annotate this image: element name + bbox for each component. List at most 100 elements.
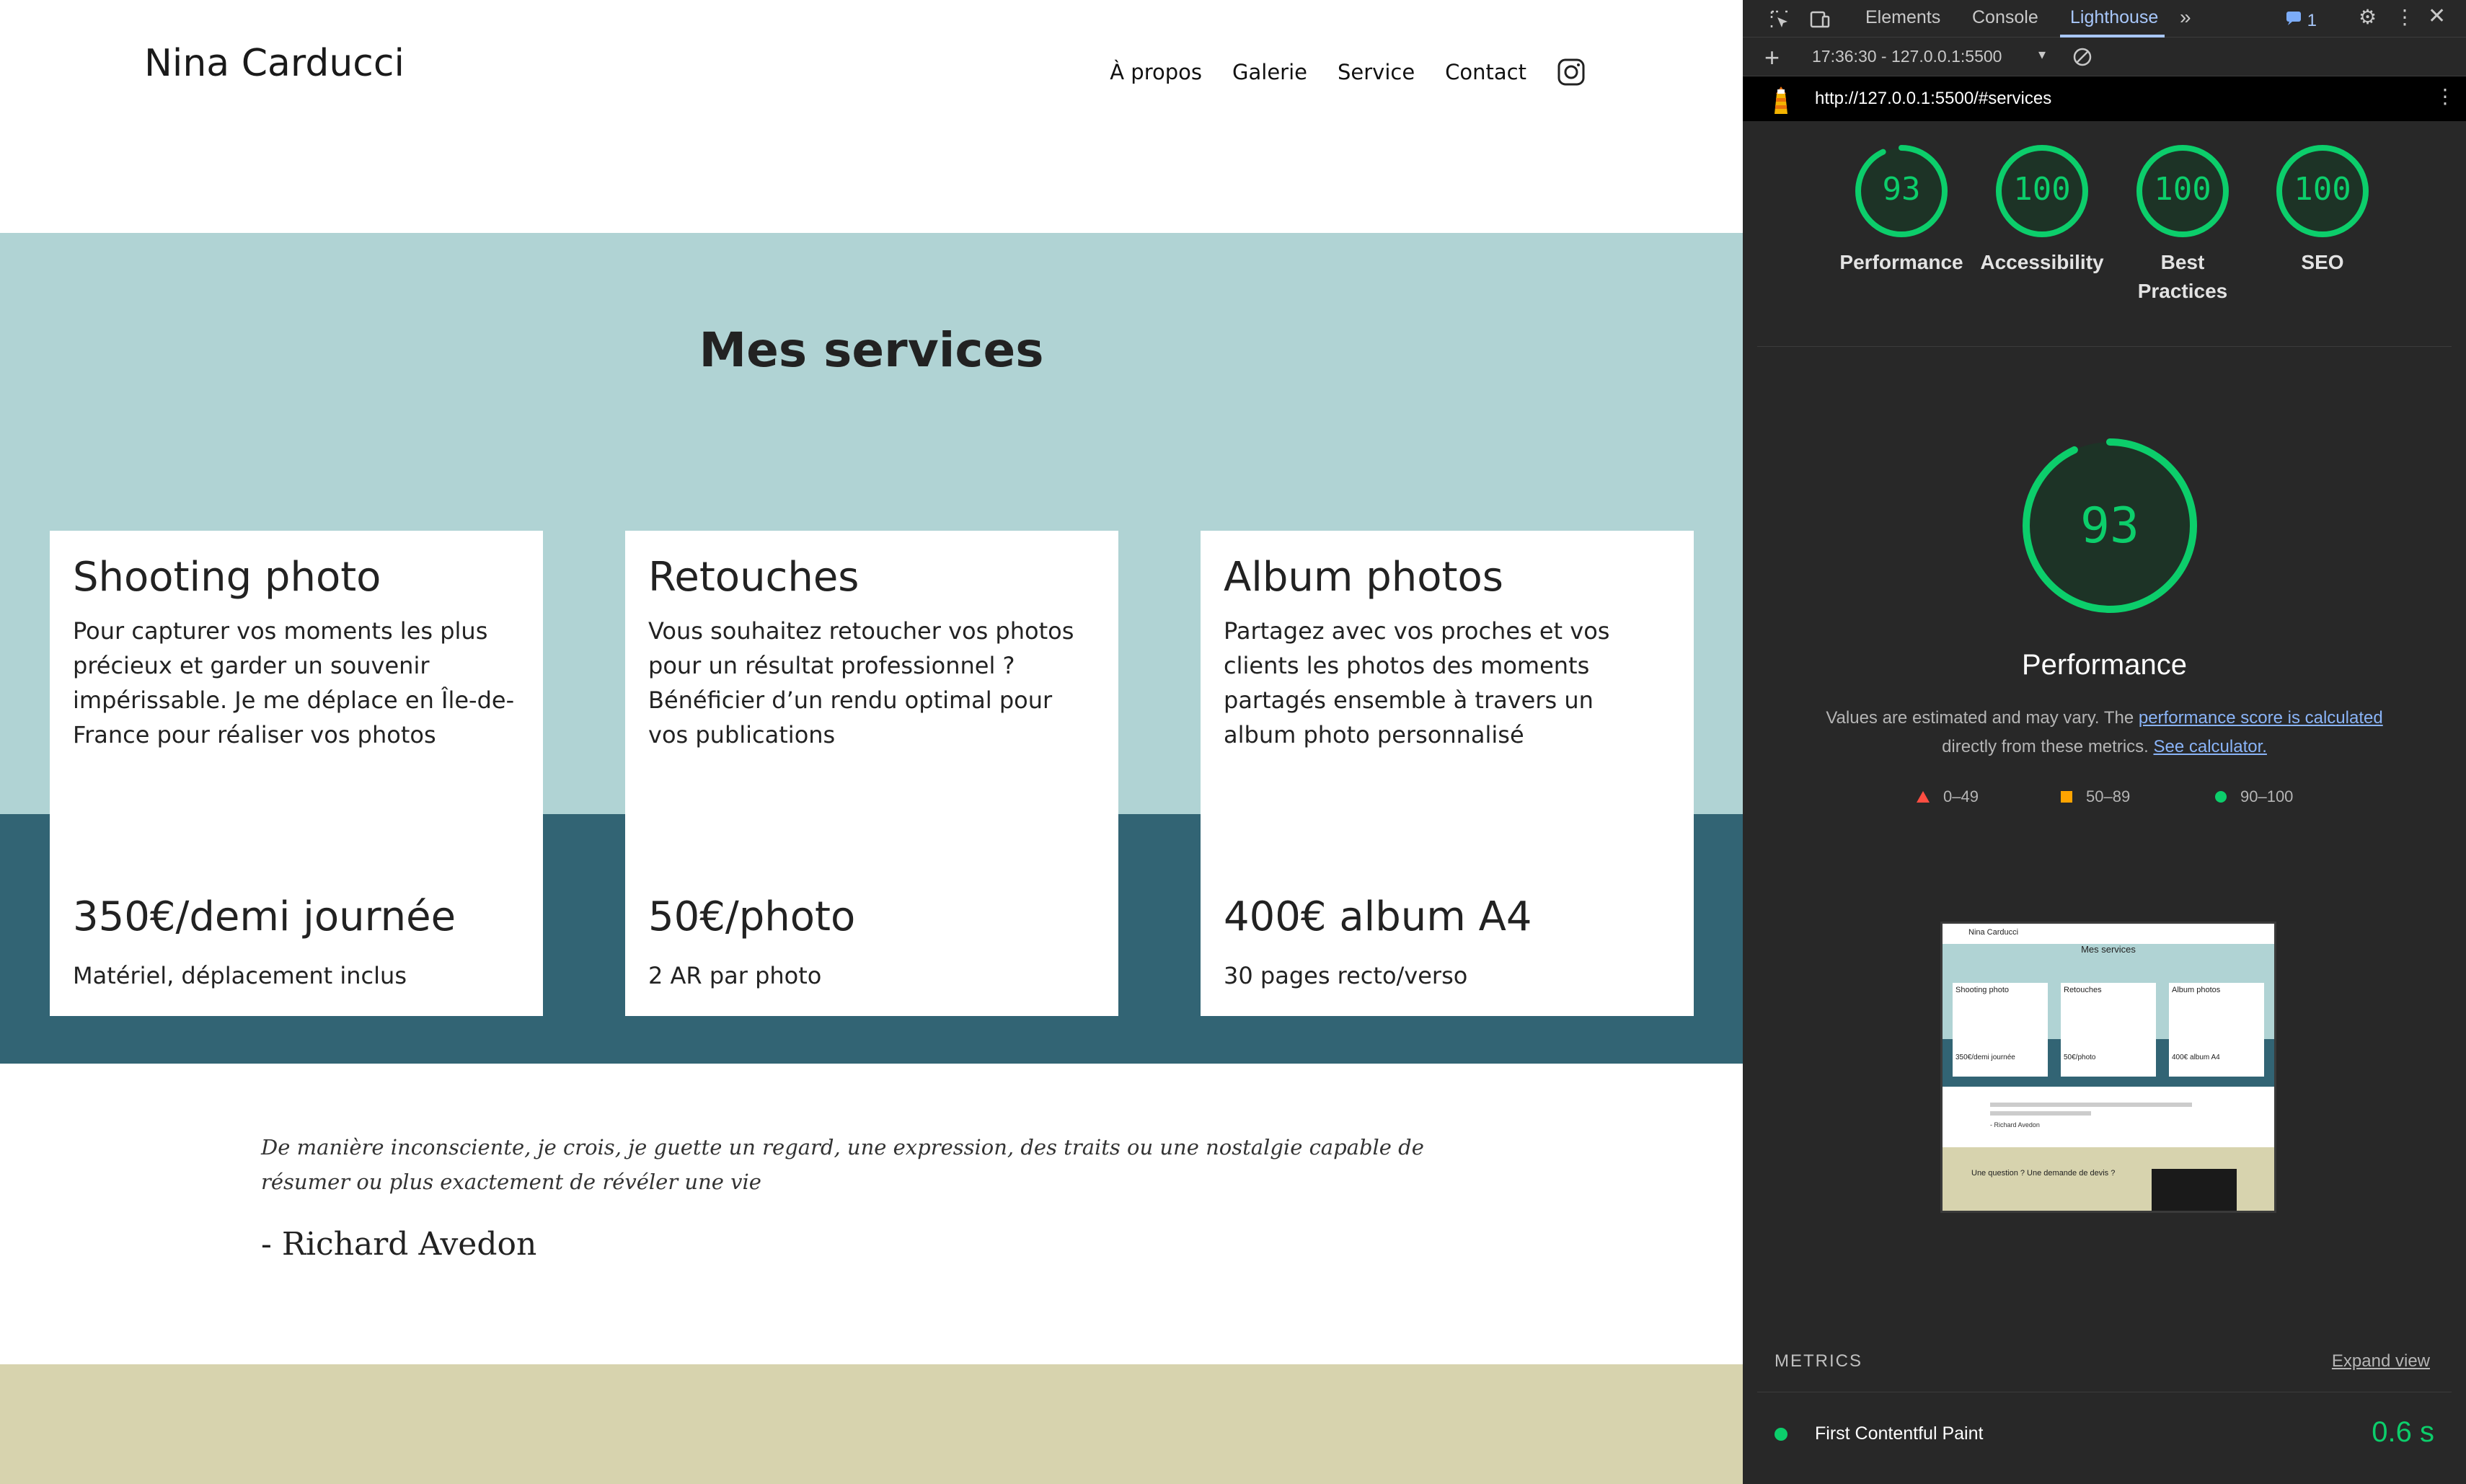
thumb-card-price: 350€/demi journée [1955, 1054, 2015, 1061]
thumb-card: Album photos 400€ album A4 [2169, 983, 2264, 1077]
gauge-ring: 100 [1996, 145, 2088, 237]
thumb-card: Retouches 50€/photo [2061, 983, 2156, 1077]
tab-elements[interactable]: Elements [1865, 7, 1940, 28]
thumb-author: - Richard Avedon [1990, 1121, 2040, 1129]
card-description: Pour capturer vos moments les plus préci… [73, 617, 515, 748]
clear-reports-icon[interactable] [2072, 46, 2093, 71]
nav-link-contact[interactable]: Contact [1445, 60, 1526, 84]
thumb-card-title: Album photos [2172, 986, 2221, 994]
devtools-panel: Elements Console Lighthouse » 1 ⚙ ⋮ ✕ + … [1743, 0, 2466, 1484]
card-title: Album photos [1224, 554, 1503, 601]
expand-view-link[interactable]: Expand view [2332, 1351, 2430, 1372]
gauge-performance[interactable]: 93 Performance [1837, 144, 1966, 277]
inspect-element-icon[interactable] [1769, 9, 1790, 34]
issues-count: 1 [2307, 11, 2317, 30]
card-note: 2 AR par photo [648, 962, 822, 989]
settings-gear-icon[interactable]: ⚙ [2359, 7, 2377, 27]
thumb-quote-line [1990, 1111, 2091, 1116]
note-text: directly from these metrics. [1942, 737, 2154, 756]
site-header: Nina Carducci À propos Galerie Service C… [0, 0, 1743, 233]
pass-circle-icon [1775, 1428, 1787, 1441]
more-options-icon[interactable]: ⋮ [2395, 7, 2415, 27]
performance-note: Values are estimated and may vary. The p… [1800, 704, 2408, 761]
legend-pass: 90–100 [2214, 787, 2293, 806]
gauge-seo[interactable]: 100 SEO [2258, 144, 2387, 277]
gauge-score: 100 [2013, 171, 2070, 208]
devtools-tabbar: Elements Console Lighthouse » 1 ⚙ ⋮ ✕ [1743, 0, 2466, 37]
service-card-album: Album photos Partagez avec vos proches e… [1201, 531, 1694, 1016]
metric-row: First Contentful Paint 0.6 s [1775, 1413, 2434, 1464]
report-menu-icon[interactable]: ⋮ [2435, 87, 2455, 107]
thumb-brand: Nina Carducci [1968, 928, 2019, 937]
device-toolbar-icon[interactable] [1809, 9, 1831, 34]
brand-logo[interactable]: Nina Carducci [144, 42, 405, 85]
report-selector[interactable]: 17:36:30 - 127.0.0.1:5500 [1812, 47, 2002, 66]
legend-fail: 0–49 [1916, 787, 1979, 806]
nav-link-galerie[interactable]: Galerie [1232, 60, 1307, 84]
score-calculated-link[interactable]: performance score is calculated [2139, 708, 2383, 728]
quote-author: - Richard Avedon [261, 1226, 537, 1263]
note-text: Values are estimated and may vary. The [1826, 708, 2139, 728]
tab-console[interactable]: Console [1972, 7, 2038, 28]
gauge-best-practices[interactable]: 100 Best Practices [2118, 144, 2248, 306]
more-tabs-chevron-icon[interactable]: » [2180, 7, 2191, 27]
service-card-retouches: Retouches Vous souhaitez retoucher vos p… [625, 531, 1118, 1016]
card-price: 350€/demi journée [73, 893, 456, 940]
legend-range: 90–100 [2240, 787, 2294, 805]
thumb-section-title: Mes services [2081, 944, 2136, 955]
thumb-card: Shooting photo 350€/demi journée [1953, 983, 2048, 1077]
performance-title: Performance [2022, 649, 2187, 681]
see-calculator-link[interactable]: See calculator. [2153, 737, 2266, 756]
contact-section [0, 1364, 1743, 1484]
triangle-icon [1917, 791, 1930, 803]
big-gauge-score: 93 [2080, 498, 2139, 555]
thumb-contact: Une question ? Une demande de devis ? [1943, 1147, 2274, 1211]
quote-text: De manière inconsciente, je crois, je gu… [261, 1135, 1424, 1194]
card-description: Partagez avec vos proches et vos clients… [1224, 617, 1610, 748]
card-description: Vous souhaitez retoucher vos photos pour… [648, 617, 1074, 748]
website-viewport: Nina Carducci À propos Galerie Service C… [0, 0, 1743, 1484]
chevron-down-icon[interactable]: ▾ [2038, 48, 2046, 62]
issues-badge[interactable]: 1 [2285, 10, 2317, 30]
legend-average: 50–89 [2060, 787, 2130, 806]
section-divider [1757, 346, 2452, 347]
service-card-shooting: Shooting photo Pour capturer vos moments… [50, 531, 543, 1016]
close-icon[interactable]: ✕ [2428, 6, 2446, 27]
thumb-header: Nina Carducci [1943, 924, 2274, 944]
metrics-heading: METRICS [1775, 1351, 1862, 1371]
nav-link-service[interactable]: Service [1338, 60, 1415, 84]
page-screenshot-thumbnail[interactable]: Nina Carducci Mes services Shooting phot… [1940, 922, 2276, 1213]
gauge-ring: 93 [1855, 145, 1948, 237]
thumb-contact-image [2152, 1169, 2237, 1211]
lighthouse-logo-icon [1769, 84, 1793, 119]
card-note: 30 pages recto/verso [1224, 962, 1468, 989]
gauge-accessibility[interactable]: 100 Accessibility [1977, 144, 2107, 277]
tab-lighthouse[interactable]: Lighthouse [2070, 7, 2158, 28]
card-price: 400€ album A4 [1224, 893, 1532, 940]
card-note: Matériel, déplacement inclus [73, 962, 407, 989]
report-url-bar: http://127.0.0.1:5500/#services ⋮ [1743, 76, 2466, 121]
report-url[interactable]: http://127.0.0.1:5500/#services [1815, 89, 2051, 109]
performance-big-gauge: 93 [2023, 438, 2197, 613]
thumb-contact-heading: Une question ? Une demande de devis ? [1971, 1169, 2116, 1178]
gauge-score: 100 [2154, 171, 2211, 208]
nav-link-a-propos[interactable]: À propos [1110, 60, 1202, 84]
circle-icon [2215, 791, 2227, 803]
legend-range: 50–89 [2086, 787, 2131, 805]
card-title: Shooting photo [73, 554, 381, 601]
thumb-card-title: Retouches [2064, 986, 2102, 994]
lighthouse-toolbar: + 17:36:30 - 127.0.0.1:5500 ▾ [1743, 37, 2466, 76]
thumb-card-price: 50€/photo [2064, 1054, 2096, 1061]
gauge-label: Accessibility [1980, 251, 2104, 273]
instagram-icon[interactable] [1557, 58, 1586, 87]
thumb-card-title: Shooting photo [1955, 986, 2010, 994]
card-title: Retouches [648, 554, 859, 601]
card-price: 50€/photo [648, 893, 856, 940]
services-title: Mes services [699, 322, 1044, 378]
gauge-label: Performance [1839, 251, 1963, 273]
new-report-plus-icon[interactable]: + [1764, 45, 1780, 71]
metric-value: 0.6 s [2372, 1416, 2434, 1448]
metric-name: First Contentful Paint [1815, 1423, 1984, 1444]
gauge-ring: 100 [2136, 145, 2229, 237]
gauge-label: SEO [2301, 251, 2344, 273]
